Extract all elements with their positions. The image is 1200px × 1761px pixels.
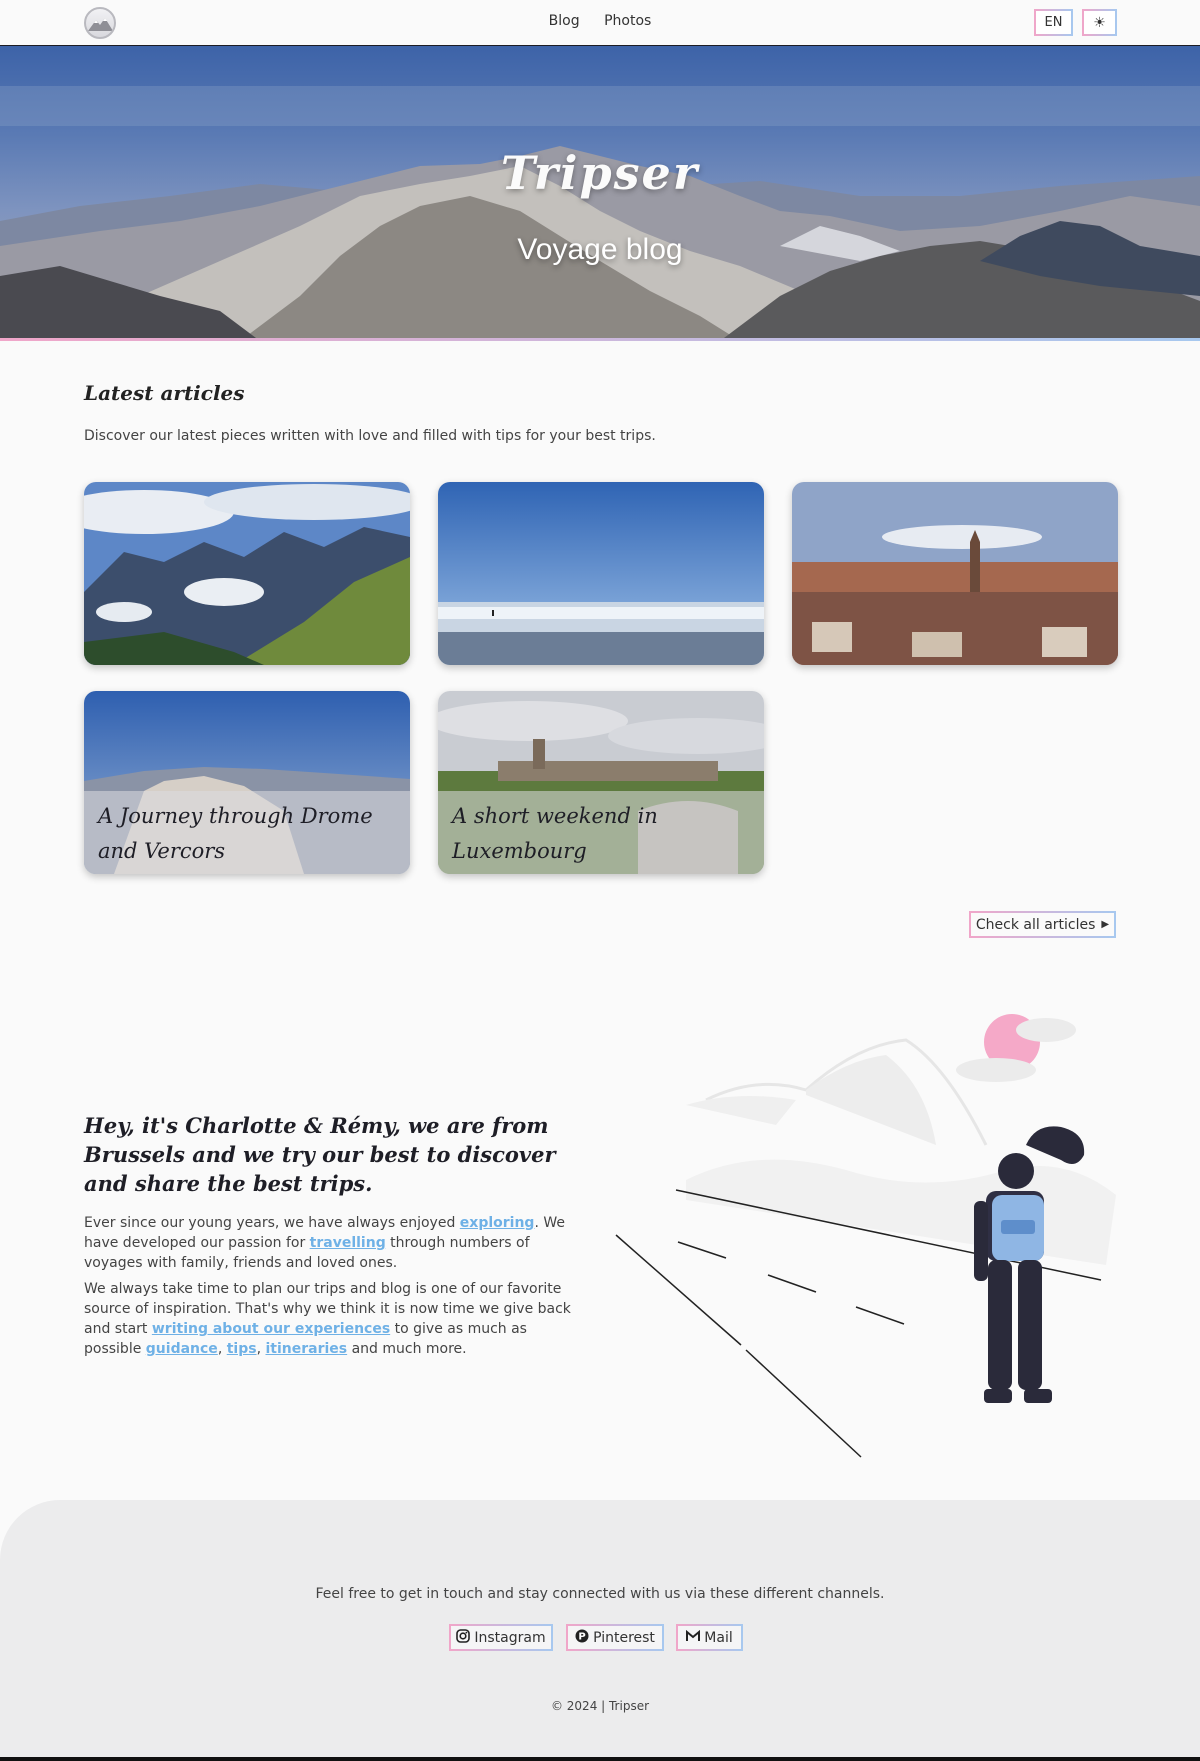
link-tips[interactable]: tips — [227, 1341, 257, 1357]
instagram-label: Instagram — [474, 1629, 546, 1646]
article-thumbnail — [438, 482, 764, 665]
caret-right-icon: ▶ — [1101, 919, 1110, 930]
svg-text:P: P — [578, 1631, 585, 1642]
latest-articles-heading: Latest articles — [84, 381, 245, 405]
copyright-text: © 2024 | Tripser — [550, 1699, 650, 1713]
mail-link[interactable]: Mail — [676, 1624, 743, 1651]
text: and much more. — [347, 1341, 467, 1357]
article-card-title: A Journey through Drome and Vercors — [84, 791, 410, 874]
article-thumbnail — [792, 482, 1118, 665]
about-paragraph-2: We always take time to plan our trips an… — [84, 1279, 584, 1357]
about-heading: Hey, it's Charlotte & Rémy, we are from … — [84, 1113, 556, 1196]
instagram-icon — [456, 1628, 471, 1647]
pinterest-label: Pinterest — [593, 1629, 655, 1646]
bottom-edge — [0, 1757, 1200, 1761]
theme-toggle-button[interactable]: ☀ — [1082, 9, 1117, 36]
about-paragraph-1: Ever since our young years, we have alwa… — [84, 1213, 584, 1273]
hero-banner: Tripser Voyage blog — [0, 46, 1200, 341]
check-all-articles-button[interactable]: Check all articles ▶ — [969, 911, 1116, 938]
article-card[interactable] — [792, 482, 1118, 665]
language-button[interactable]: EN — [1034, 9, 1073, 36]
nav-link-photos[interactable]: Photos — [604, 13, 651, 29]
article-card-title: A short weekend in Luxembourg — [438, 791, 764, 874]
pinterest-link[interactable]: P Pinterest — [566, 1624, 664, 1651]
text: Ever since our young years, we have alwa… — [84, 1215, 460, 1231]
footer-contact-text: Feel free to get in touch and stay conne… — [315, 1586, 885, 1602]
check-all-articles-label: Check all articles — [975, 916, 1096, 933]
top-navbar: Blog Photos EN ☀ — [0, 0, 1200, 46]
article-card[interactable]: A Journey through Drome and Vercors — [84, 691, 410, 874]
text: , — [217, 1341, 227, 1357]
article-card[interactable] — [84, 482, 410, 665]
gmail-icon — [686, 1629, 701, 1646]
instagram-link[interactable]: Instagram — [449, 1624, 553, 1651]
link-itineraries[interactable]: itineraries — [265, 1341, 347, 1357]
pinterest-icon: P — [575, 1629, 589, 1647]
article-card[interactable]: A short weekend in Luxembourg — [438, 691, 764, 874]
latest-articles-description: Discover our latest pieces written with … — [84, 428, 656, 444]
site-title: Tripser — [500, 146, 700, 200]
link-exploring[interactable]: exploring — [460, 1215, 535, 1231]
nav-link-blog[interactable]: Blog — [549, 13, 580, 29]
traveler-illustration — [615, 1014, 1116, 1458]
article-card[interactable] — [438, 482, 764, 665]
mail-label: Mail — [704, 1629, 733, 1646]
link-writing-about-our-experiences[interactable]: writing about our experiences — [152, 1321, 390, 1337]
sun-icon: ☀ — [1093, 14, 1106, 31]
article-thumbnail — [84, 482, 410, 665]
main-nav: Blog Photos — [0, 13, 1200, 29]
site-subtitle: Voyage blog — [517, 233, 683, 266]
link-guidance[interactable]: guidance — [146, 1341, 218, 1357]
link-travelling[interactable]: travelling — [310, 1235, 386, 1251]
